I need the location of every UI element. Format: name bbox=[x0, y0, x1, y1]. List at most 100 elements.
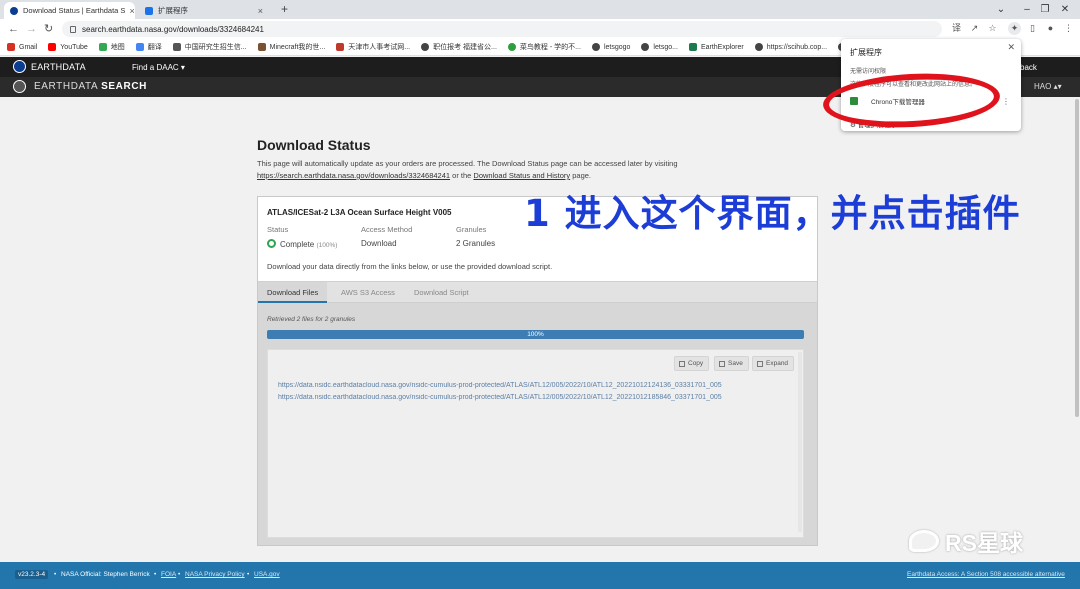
bookmark-translate[interactable]: 翻译 bbox=[135, 42, 162, 52]
globe-icon bbox=[172, 43, 181, 51]
back-arrow-icon[interactable]: ← bbox=[8, 22, 19, 36]
bookmark-gmail[interactable]: Gmail bbox=[7, 43, 37, 51]
puzzle-favicon-icon bbox=[145, 6, 153, 15]
extensions-popup-title: 扩展程序 bbox=[850, 48, 882, 57]
runoob-icon bbox=[507, 43, 516, 51]
user-menu[interactable]: HAO ▴▾ bbox=[1034, 82, 1062, 91]
nasa-meatball-icon[interactable] bbox=[13, 80, 26, 93]
close-window-icon[interactable]: ✕ bbox=[1052, 0, 1078, 19]
status-value: Complete (100%) bbox=[267, 239, 337, 249]
access-method-value: Download bbox=[361, 239, 397, 248]
globe-icon bbox=[754, 43, 763, 51]
copy-label: Copy bbox=[688, 360, 704, 367]
tab-aws-s3-access[interactable]: AWS S3 Access bbox=[332, 282, 404, 303]
bookmark-label: YouTube bbox=[60, 43, 88, 51]
new-tab-icon[interactable]: + bbox=[281, 2, 288, 16]
download-link[interactable]: https://data.nsidc.earthdatacloud.nasa.g… bbox=[278, 382, 795, 389]
browser-tab-download-status[interactable]: Download Status | Earthdata S × bbox=[4, 2, 135, 19]
progress-bar: 100% bbox=[267, 330, 804, 339]
address-bar[interactable]: search.earthdata.nasa.gov/downloads/3324… bbox=[62, 21, 942, 37]
privacy-link[interactable]: NASA Privacy Policy bbox=[185, 571, 245, 578]
footer-separator: • bbox=[247, 571, 250, 578]
usa-gov-link[interactable]: USA.gov bbox=[254, 571, 280, 578]
more-options-icon[interactable]: ⋮ bbox=[1002, 97, 1010, 106]
bookmark-maps[interactable]: 地图 bbox=[98, 42, 125, 52]
brand-part-a: EARTHDATA bbox=[34, 81, 98, 92]
bookmark-fujian[interactable]: 职位报考 福建省公... bbox=[421, 42, 497, 52]
brand-part-b: SEARCH bbox=[101, 81, 147, 92]
translate-icon[interactable]: 译 bbox=[950, 22, 963, 35]
download-url-link[interactable]: https://search.earthdata.nasa.gov/downlo… bbox=[257, 171, 450, 180]
retrieved-count: Retrieved 2 files for 2 granules bbox=[267, 316, 356, 323]
scrollbar-thumb[interactable] bbox=[1075, 99, 1079, 417]
star-icon[interactable]: ☆ bbox=[986, 22, 999, 35]
bookmark-label: 菜鸟教程 - 学的不... bbox=[519, 44, 581, 51]
globe-icon bbox=[641, 43, 650, 51]
footer-separator: • bbox=[154, 571, 157, 578]
nasa-favicon-icon bbox=[10, 6, 18, 15]
bookmark-runoob[interactable]: 菜鸟教程 - 学的不... bbox=[507, 42, 581, 52]
copy-button[interactable]: Copy bbox=[674, 356, 710, 371]
chevron-down-icon[interactable]: ⌄ bbox=[988, 0, 1014, 19]
status-history-link[interactable]: Download Status and History bbox=[473, 171, 570, 180]
bookmark-youtube[interactable]: YouTube bbox=[48, 43, 88, 51]
bookmark-label: letsgogo bbox=[603, 43, 631, 51]
bookmark-label: Gmail bbox=[19, 43, 38, 51]
status-text: Complete bbox=[280, 240, 315, 249]
profile-icon[interactable]: ● bbox=[1044, 22, 1057, 35]
version-badge: v23.2.3-4 bbox=[15, 570, 49, 579]
links-scrollbar[interactable] bbox=[798, 352, 802, 532]
granules-label: Granules bbox=[456, 225, 487, 234]
gmail-icon bbox=[7, 43, 15, 51]
close-tab-icon[interactable]: × bbox=[125, 6, 134, 16]
tab-download-files[interactable]: Download Files bbox=[258, 282, 328, 303]
annotation-instruction: 1 进入这个界面，并点击插件 bbox=[524, 192, 1021, 235]
earthdata-brand[interactable]: EARTHDATA bbox=[31, 62, 86, 72]
save-label: Save bbox=[728, 360, 743, 367]
page-scrollbar[interactable] bbox=[1074, 97, 1080, 562]
browser-tab-extensions[interactable]: 扩展程序 × bbox=[139, 2, 269, 19]
forward-arrow-icon[interactable]: → bbox=[26, 22, 37, 36]
reload-icon[interactable]: ↻ bbox=[44, 22, 53, 36]
extensions-puzzle-icon[interactable]: ✦ bbox=[1008, 22, 1021, 35]
save-icon bbox=[719, 360, 725, 367]
download-link[interactable]: https://data.nsidc.earthdatacloud.nasa.g… bbox=[278, 394, 795, 401]
granules-value: 2 Granules bbox=[456, 239, 496, 248]
bookmark-letsgogo[interactable]: letsgogo bbox=[591, 43, 631, 51]
bookmark-letsgo[interactable]: letsgo... bbox=[641, 43, 678, 51]
close-icon[interactable]: ✕ bbox=[1007, 42, 1015, 53]
bookmark-exam[interactable]: 天津市人事考试网... bbox=[336, 42, 410, 52]
find-daac-menu[interactable]: Find a DAAC ▾ bbox=[132, 63, 185, 72]
share-icon[interactable]: ↗ bbox=[968, 22, 981, 35]
earthexplorer-icon bbox=[688, 43, 697, 51]
expand-button[interactable]: Expand bbox=[752, 356, 795, 371]
bookmark-scihub[interactable]: https://scihub.cop... bbox=[754, 43, 827, 51]
tab-download-script[interactable]: Download Script bbox=[405, 282, 478, 303]
extensions-subtitle: 无需访问权限 bbox=[850, 69, 887, 75]
close-tab-icon[interactable]: × bbox=[254, 6, 263, 16]
bookmark-minecraft[interactable]: Minecraft我的世... bbox=[257, 42, 325, 52]
dataset-title: ATLAS/ICESat-2 L3A Ocean Surface Height … bbox=[267, 208, 452, 217]
nasa-logo-icon[interactable] bbox=[13, 60, 26, 73]
progress-label: 100% bbox=[527, 331, 544, 338]
earthdata-search-brand[interactable]: EARTHDATA SEARCH bbox=[34, 81, 147, 92]
browser-toolbar: ← → ↻ search.earthdata.nasa.gov/download… bbox=[0, 19, 1080, 39]
bookmark-grad[interactable]: 中国研究生招生信... bbox=[172, 42, 247, 52]
tab-title: 扩展程序 bbox=[158, 6, 188, 15]
page-footer: v23.2.3-4 • NASA Official: Stephen Berri… bbox=[0, 562, 1080, 589]
status-label: Status bbox=[267, 225, 289, 234]
exam-icon bbox=[336, 43, 345, 51]
foia-link[interactable]: FOIA bbox=[161, 571, 176, 578]
translate-icon bbox=[135, 43, 144, 51]
menu-icon[interactable]: ⋮ bbox=[1062, 22, 1075, 35]
bookmark-label: 地图 bbox=[110, 44, 125, 51]
watermark: RS星球 bbox=[909, 524, 1023, 558]
side-panel-icon[interactable]: ▯ bbox=[1026, 22, 1039, 35]
bookmark-label: EarthExplorer bbox=[700, 43, 744, 51]
bookmark-earthexplorer[interactable]: EarthExplorer bbox=[688, 43, 744, 51]
order-card: ATLAS/ICESat-2 L3A Ocean Surface Height … bbox=[257, 196, 818, 546]
save-button[interactable]: Save bbox=[714, 356, 749, 371]
accessible-alternative-link[interactable]: Earthdata Access: A Section 508 accessib… bbox=[907, 571, 1065, 578]
find-daac-label: Find a DAAC bbox=[132, 63, 179, 72]
feedback-link[interactable]: back bbox=[1020, 63, 1037, 72]
